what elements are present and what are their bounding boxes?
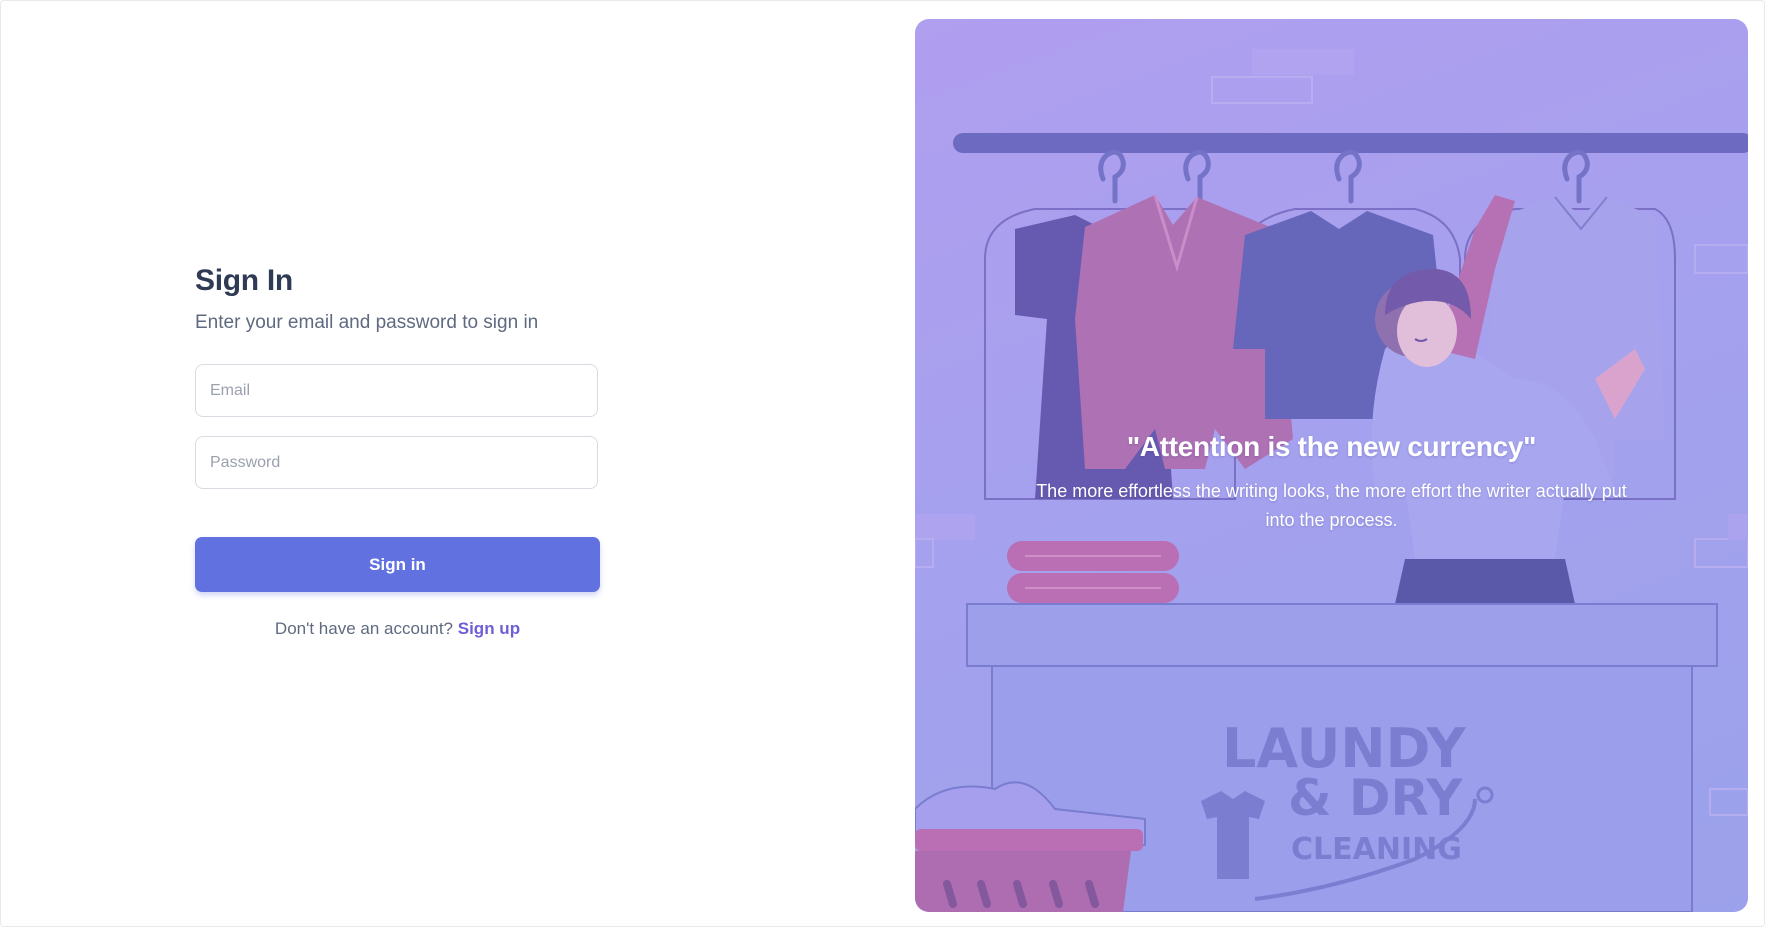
no-account-text: Don't have an account? [274,619,454,638]
quote-title: "Attention is the new currency" [1126,431,1537,462]
page-subtitle: Enter your email and password to sign in [195,312,539,333]
signup-link[interactable]: Sign up [458,619,520,638]
quote-text: The more effortless the writing looks, t… [1036,481,1627,530]
quote-block: "Attention is the new currency" The more… [915,431,1748,535]
page-title: Sign In [195,264,293,297]
signin-button[interactable]: Sign in [195,537,600,592]
email-field[interactable] [195,364,598,417]
page-frame: Sign In Enter your email and password to… [0,0,1765,927]
password-field[interactable] [195,436,598,489]
signin-form: Sign In Enter your email and password to… [195,261,600,638]
signup-prompt: Don't have an account? Sign up [195,619,600,639]
hero-illustration-panel: LAUNDY & DRY CLEANING "Attention is the … [915,19,1748,912]
